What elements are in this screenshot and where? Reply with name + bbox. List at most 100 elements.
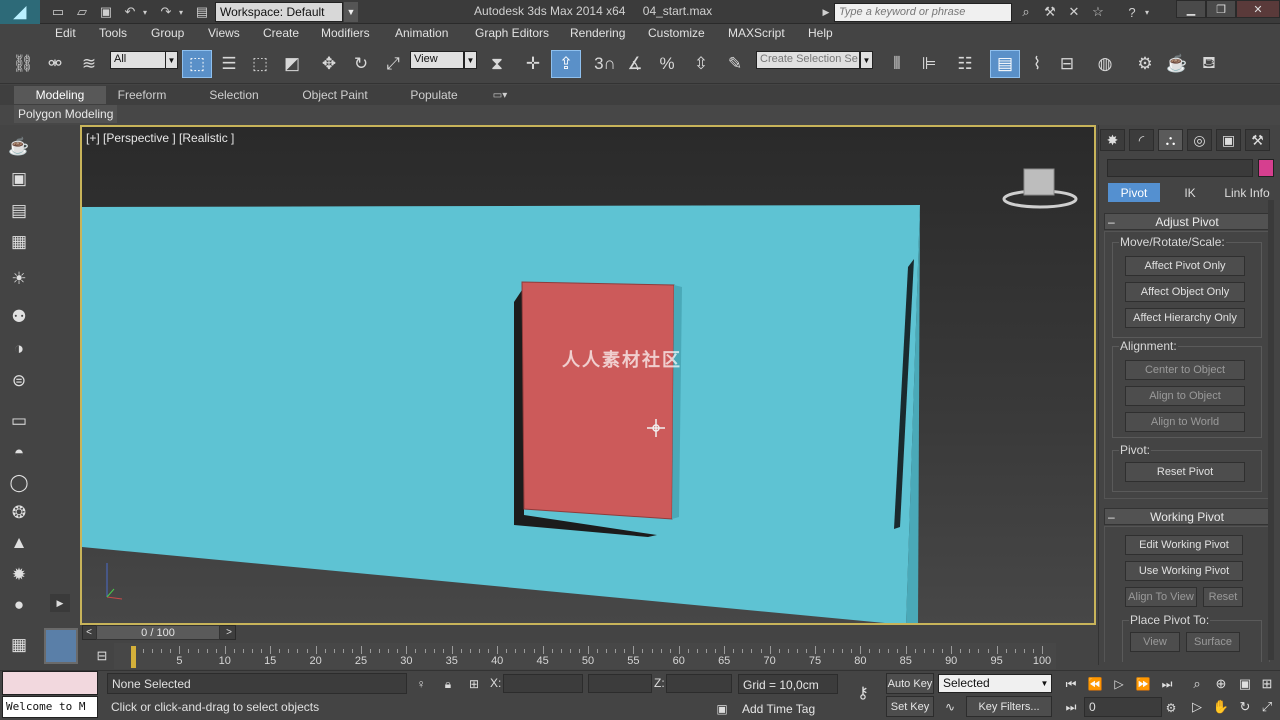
y-coordinate-field[interactable]	[588, 674, 652, 693]
maxscript-listener-output[interactable]: Welcome to M	[2, 696, 98, 718]
adjust-pivot-rollout-header[interactable]: Adjust Pivot	[1104, 213, 1270, 230]
select-by-name-icon[interactable]: ☰	[214, 50, 244, 78]
create-panel-icon[interactable]: ✸	[1100, 129, 1125, 151]
rendered-frame-window-icon[interactable]: ☕	[1162, 50, 1192, 78]
set-keys-key-icon[interactable]: ⚷	[850, 682, 876, 704]
align-to-world-button[interactable]: Align to World	[1125, 412, 1245, 432]
favorites-star-icon[interactable]: ☆	[1088, 3, 1108, 21]
align-to-view-button[interactable]: Align To View	[1125, 587, 1197, 607]
help-dropdown-icon[interactable]: ▾	[1142, 3, 1152, 21]
object-name-field[interactable]	[1107, 159, 1253, 177]
z-coordinate-field[interactable]	[666, 674, 732, 693]
spinner-snap-icon[interactable]: ⇳	[686, 50, 716, 78]
menu-group[interactable]: Group	[151, 26, 184, 44]
rectangular-selection-icon[interactable]: ⬚	[245, 50, 275, 78]
viewport-label[interactable]: [+] [Perspective ] [Realistic ]	[86, 131, 234, 145]
search-input[interactable]: Type a keyword or phrase	[834, 3, 1012, 22]
time-slider-handle[interactable]: 0 / 100	[96, 625, 220, 640]
table-icon[interactable]: ▦	[5, 229, 33, 255]
select-and-link-icon[interactable]: ⛓	[8, 50, 38, 78]
layer-manager-icon[interactable]: ☷	[950, 50, 980, 78]
menu-tools[interactable]: Tools	[99, 26, 127, 44]
film-camera-icon[interactable]: ⊜	[5, 368, 33, 394]
tab-object-paint[interactable]: Object Paint	[290, 86, 380, 104]
orbit-camera-icon[interactable]: ◑	[5, 336, 33, 362]
subtab-ik[interactable]: IK	[1164, 183, 1216, 202]
close-button[interactable]: ✕	[1236, 0, 1280, 18]
zoom-extents-all-icon[interactable]: ⊞	[1256, 674, 1278, 694]
reset-pivot-button[interactable]: Reset Pivot	[1125, 462, 1245, 482]
utilities-panel-icon[interactable]: ⚒	[1245, 129, 1270, 151]
render-icon[interactable]: ▣	[5, 166, 33, 192]
unlink-selection-icon[interactable]: ⚮	[40, 50, 70, 78]
menu-create[interactable]: Create	[263, 26, 299, 44]
minimize-button[interactable]: ▁	[1176, 0, 1206, 18]
add-time-tag[interactable]: Add Time Tag	[738, 699, 838, 719]
menu-help[interactable]: Help	[808, 26, 833, 44]
next-key-icon[interactable]: ⏩	[1132, 675, 1154, 693]
schematic-view-icon[interactable]: ⊟	[1052, 50, 1082, 78]
key-filters-button[interactable]: Key Filters...	[966, 696, 1052, 717]
save-file-icon[interactable]: ▣	[96, 3, 116, 21]
grid-icon[interactable]: ▦	[5, 632, 33, 658]
maxscript-listener-input[interactable]	[2, 671, 98, 695]
tab-freeform[interactable]: Freeform	[106, 86, 178, 104]
maximize-viewport-icon[interactable]: ⤢	[1256, 697, 1278, 717]
door-object[interactable]	[521, 281, 675, 520]
new-file-icon[interactable]: ▭	[48, 3, 68, 21]
menu-views[interactable]: Views	[208, 26, 240, 44]
plane-icon[interactable]: ▭	[5, 408, 33, 434]
binoculars-icon[interactable]: ⌕	[1016, 3, 1036, 21]
place-pivot-surface-button[interactable]: Surface	[1186, 632, 1240, 652]
edit-named-selection-icon[interactable]: ✎	[720, 50, 750, 78]
workspace-dropdown-arrow-icon[interactable]: ▼	[344, 2, 358, 22]
communication-icon[interactable]: ✕	[1064, 3, 1084, 21]
time-tag-icon[interactable]: ▣	[714, 700, 730, 718]
auto-key-button[interactable]: Auto Key	[886, 673, 934, 694]
select-object-icon[interactable]: ⬚	[182, 50, 212, 78]
edit-working-pivot-button[interactable]: Edit Working Pivot	[1125, 535, 1243, 555]
affect-object-only-button[interactable]: Affect Object Only	[1125, 282, 1245, 302]
place-pivot-view-button[interactable]: View	[1130, 632, 1180, 652]
render-setup-icon[interactable]: ⚙	[1130, 50, 1160, 78]
use-working-pivot-button[interactable]: Use Working Pivot	[1125, 561, 1243, 581]
subtab-link-info[interactable]: Link Info	[1220, 183, 1274, 202]
window-crossing-icon[interactable]: ◩	[277, 50, 307, 78]
reset-working-pivot-button[interactable]: Reset	[1203, 587, 1243, 607]
menu-edit[interactable]: Edit	[55, 26, 76, 44]
current-frame-marker[interactable]	[131, 646, 136, 668]
render-production-icon[interactable]: ⛾	[1194, 50, 1224, 78]
curve-editor-icon[interactable]: ⌇	[1022, 50, 1052, 78]
select-and-rotate-icon[interactable]: ↻	[346, 50, 376, 78]
sphere-gold-icon[interactable]: ●	[5, 592, 33, 618]
selection-lock-icon[interactable]: 🔒︎	[440, 675, 456, 693]
x-coordinate-field[interactable]	[503, 674, 583, 693]
key-selection-arrow-icon[interactable]: ▼	[1039, 676, 1050, 691]
hierarchy-panel-icon[interactable]: ⛬	[1158, 129, 1183, 151]
cone-icon[interactable]: ▲	[5, 530, 33, 556]
workspace-dropdown[interactable]: Workspace: Default	[215, 2, 343, 22]
menu-animation[interactable]: Animation	[395, 26, 448, 44]
previous-key-icon[interactable]: ⏪	[1084, 675, 1106, 693]
polygon-modeling-panel[interactable]: Polygon Modeling	[14, 105, 118, 123]
select-and-scale-icon[interactable]: ⤢	[378, 50, 408, 78]
teapot-icon[interactable]: ☕	[5, 134, 33, 160]
notes-icon[interactable]: ▤	[5, 198, 33, 224]
menu-graph-editors[interactable]: Graph Editors	[475, 26, 549, 44]
hemisphere-icon[interactable]: ◓	[5, 440, 33, 466]
tab-modeling[interactable]: Modeling	[14, 86, 106, 104]
absolute-mode-transform-icon[interactable]: ⊞	[466, 675, 482, 693]
isolate-selection-icon[interactable]: ♀	[413, 675, 429, 693]
selection-filter-dropdown[interactable]: All	[110, 51, 166, 69]
bind-to-space-warp-icon[interactable]: ≋	[74, 50, 104, 78]
menu-rendering[interactable]: Rendering	[570, 26, 625, 44]
open-mini-curve-editor-icon[interactable]: ⊟	[92, 647, 112, 665]
expand-toolbar-icon[interactable]: ▶	[50, 594, 70, 612]
angle-snap-icon[interactable]: ∡	[620, 50, 650, 78]
geosphere-icon[interactable]: ❂	[5, 500, 33, 526]
select-and-manipulate-icon[interactable]: ✛	[518, 50, 548, 78]
named-selection-sets-dropdown[interactable]: Create Selection Se	[756, 51, 860, 69]
camera-icon[interactable]: ⚉	[5, 304, 33, 330]
center-to-object-button[interactable]: Center to Object	[1125, 360, 1245, 380]
tab-selection[interactable]: Selection	[196, 86, 272, 104]
